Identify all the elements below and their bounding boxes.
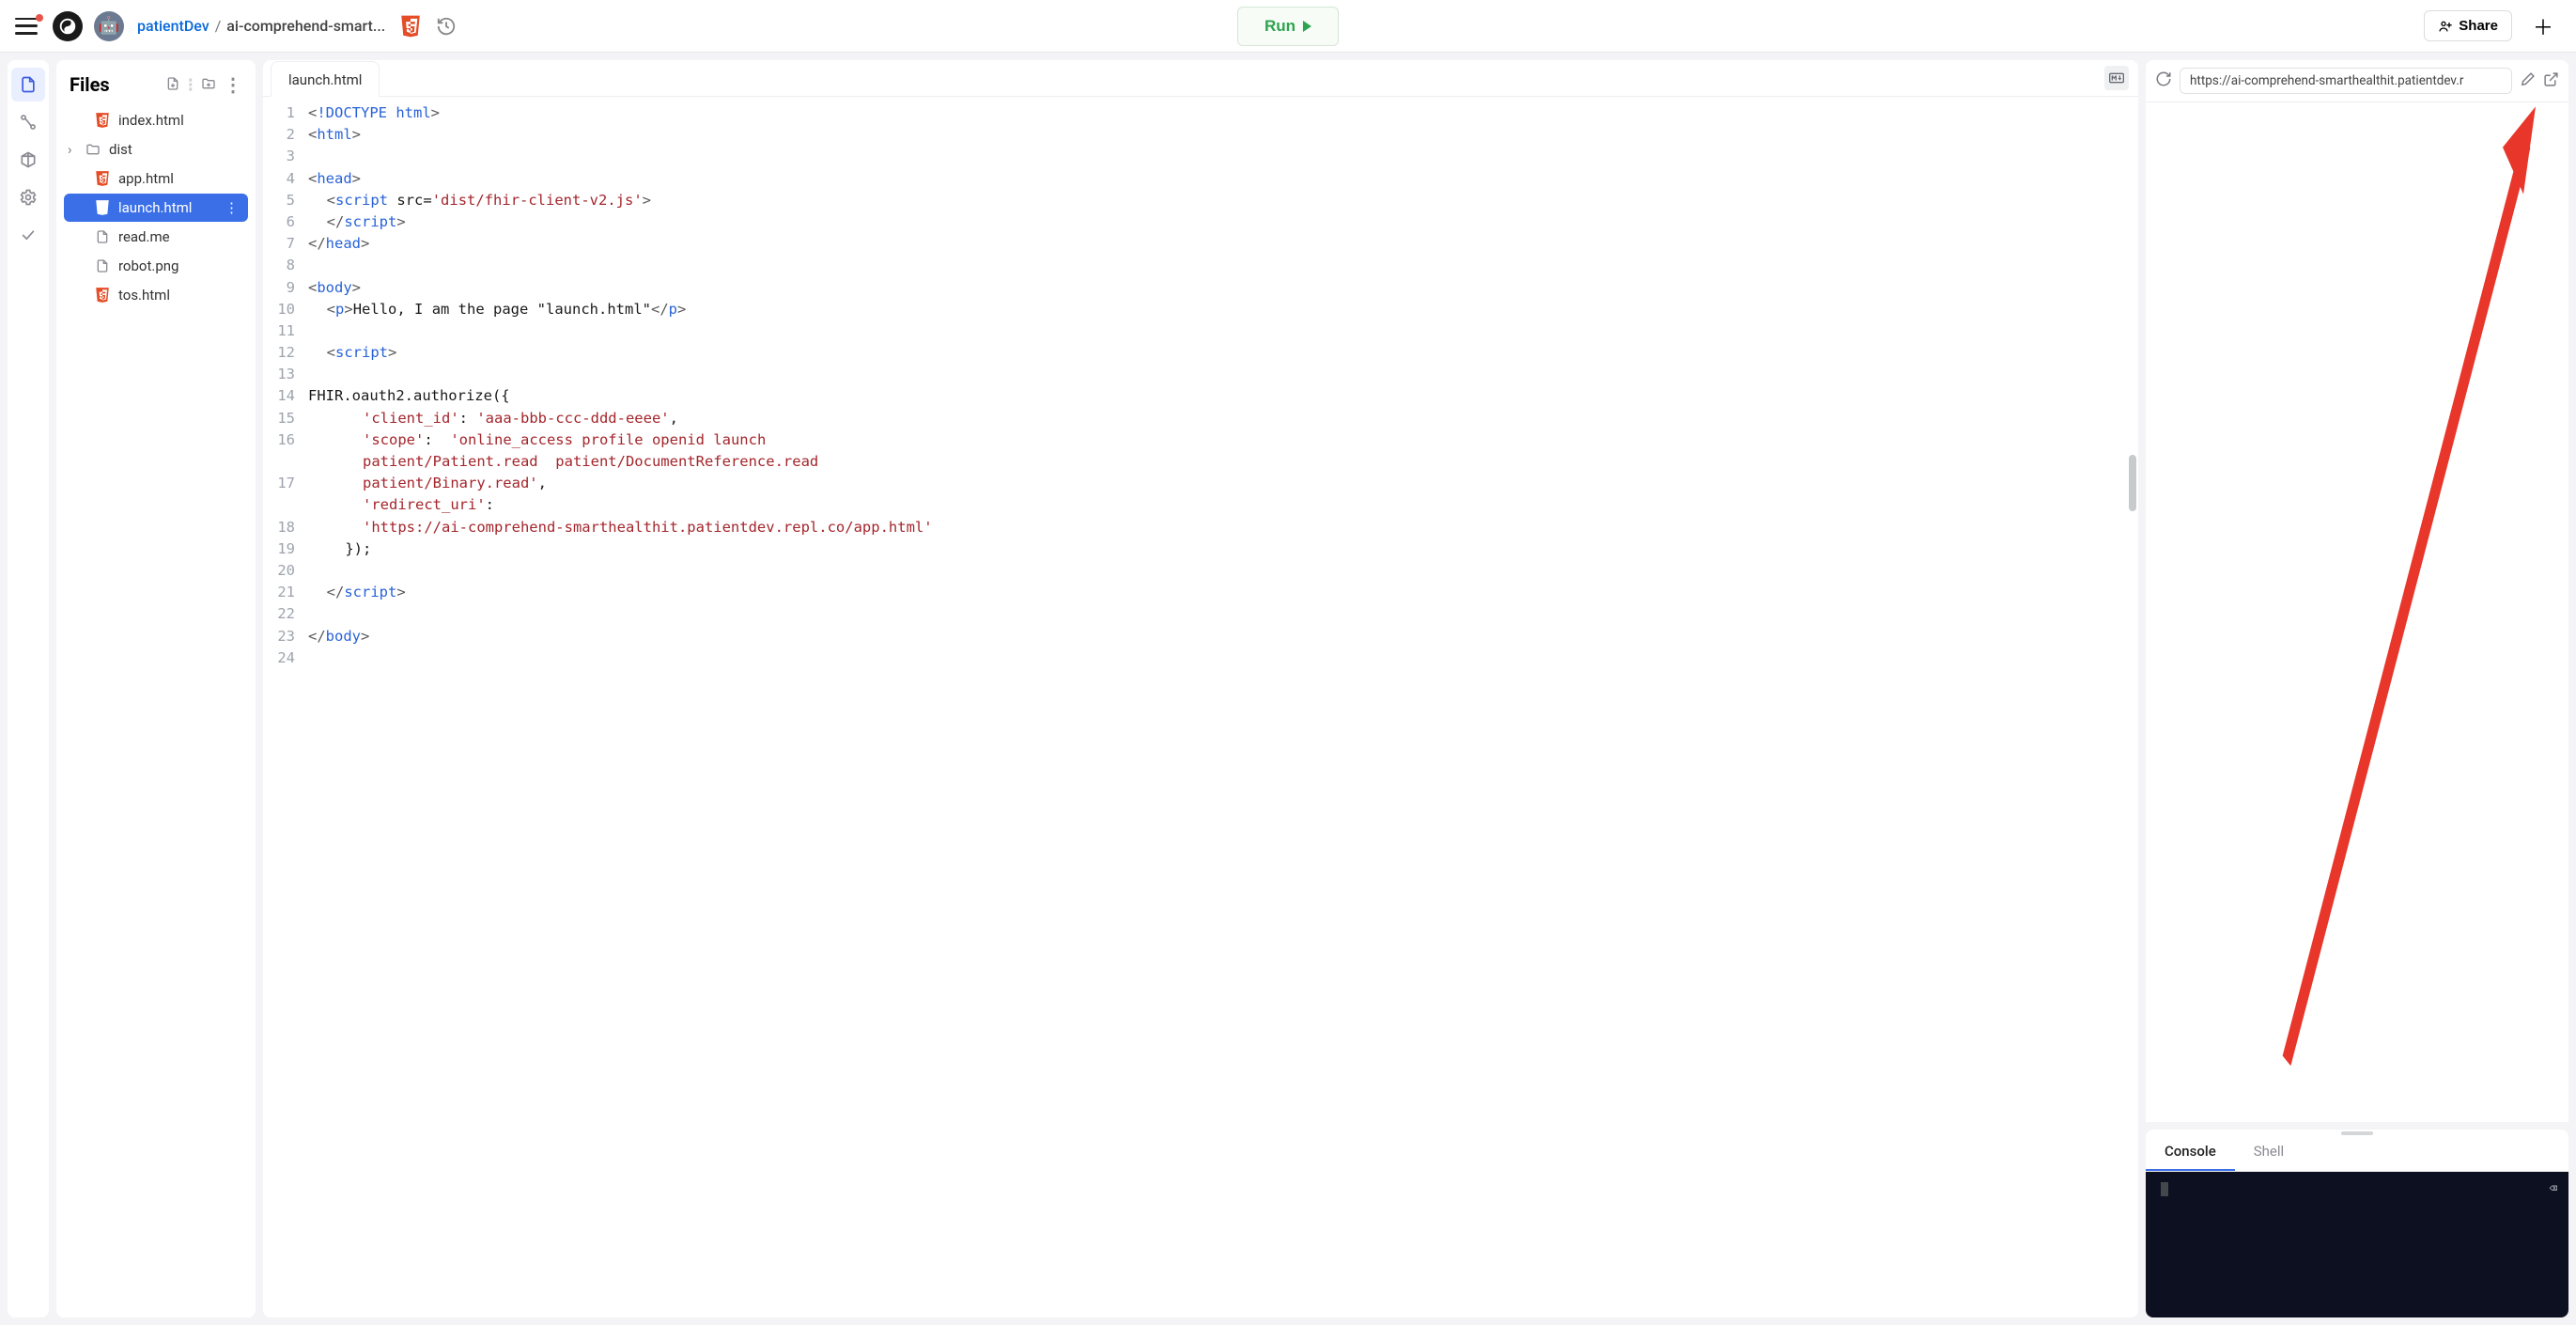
file-row[interactable]: tos.html [64,281,248,309]
rail-check-icon[interactable] [11,218,45,252]
scrollbar-thumb[interactable] [2129,455,2136,511]
file-row[interactable]: read.me [64,223,248,251]
file-icon [94,112,111,129]
file-row[interactable]: launch.html⋮ [64,194,248,222]
replit-logo[interactable] [53,11,83,41]
breadcrumb-user[interactable]: patientDev [137,17,209,35]
new-file-icon[interactable] [165,73,180,96]
url-input[interactable]: https://ai-comprehend-smarthealthit.pati… [2180,68,2512,94]
file-icon [85,141,101,158]
file-icon [94,257,111,274]
tab-console[interactable]: Console [2146,1133,2235,1171]
markdown-toggle-icon[interactable] [2104,66,2129,90]
history-icon[interactable] [436,16,457,37]
file-icon [94,287,111,304]
menu-icon[interactable] [15,18,38,35]
file-name: app.html [118,170,174,187]
file-icon [94,228,111,245]
topbar: 🤖 patientDev / ai-comprehend-smart... Ru… [0,0,2576,53]
file-name: launch.html [118,199,192,216]
file-row[interactable]: ›dist [64,135,248,164]
breadcrumb-sep: / [215,17,222,35]
annotation-arrow [2146,102,2568,1122]
editor: launch.html 1234567891011121314151617181… [263,60,2138,1317]
file-icon [94,199,111,216]
run-label: Run [1265,17,1296,36]
html5-icon [398,14,423,39]
avatar[interactable]: 🤖 [94,11,124,41]
file-row[interactable]: index.html [64,106,248,134]
console-pane: Console Shell ⌫ [2146,1130,2568,1317]
rail-vcs-icon[interactable] [11,105,45,139]
files-panel: Files ⁝ ⋮ index.html›distapp.htmllaunch.… [56,60,256,1317]
files-more-icon[interactable]: ⋮ [224,73,242,96]
file-name: index.html [118,112,184,129]
tab-shell[interactable]: Shell [2235,1133,2303,1171]
file-row[interactable]: robot.png [64,252,248,280]
add-button[interactable]: ＋ [2525,8,2561,45]
new-folder-icon[interactable] [201,73,216,96]
file-row[interactable]: app.html [64,164,248,193]
file-name: robot.png [118,257,178,274]
reload-icon[interactable] [2155,70,2172,91]
line-gutter: 123456789101112131415161718192021222324 [263,102,308,1317]
backspace-icon[interactable]: ⌫ [2550,1181,2557,1196]
play-icon [1303,21,1311,32]
run-button[interactable]: Run [1237,7,1339,46]
terminal[interactable]: ⌫ [2146,1172,2568,1317]
file-name: dist [109,141,132,158]
rail-files-icon[interactable] [11,68,45,101]
breadcrumb: patientDev / ai-comprehend-smart... [137,17,385,35]
rail-packages-icon[interactable] [11,143,45,177]
breadcrumb-project[interactable]: ai-comprehend-smart... [226,17,385,35]
share-icon [2438,19,2453,34]
open-external-icon[interactable] [2543,71,2559,91]
code-area[interactable]: 123456789101112131415161718192021222324 … [263,97,2138,1317]
rail-settings-icon[interactable] [11,180,45,214]
edit-url-icon[interactable] [2520,71,2536,91]
sidebar-rail [8,60,49,1317]
file-icon [94,170,111,187]
files-title: Files [70,73,110,96]
editor-tab[interactable]: launch.html [271,61,380,97]
share-button[interactable]: Share [2424,10,2512,41]
terminal-prompt [2157,1181,2168,1196]
file-name: read.me [118,228,170,245]
file-name: tos.html [118,287,170,304]
share-label: Share [2459,18,2498,34]
preview-pane: https://ai-comprehend-smarthealthit.pati… [2146,60,2568,1122]
